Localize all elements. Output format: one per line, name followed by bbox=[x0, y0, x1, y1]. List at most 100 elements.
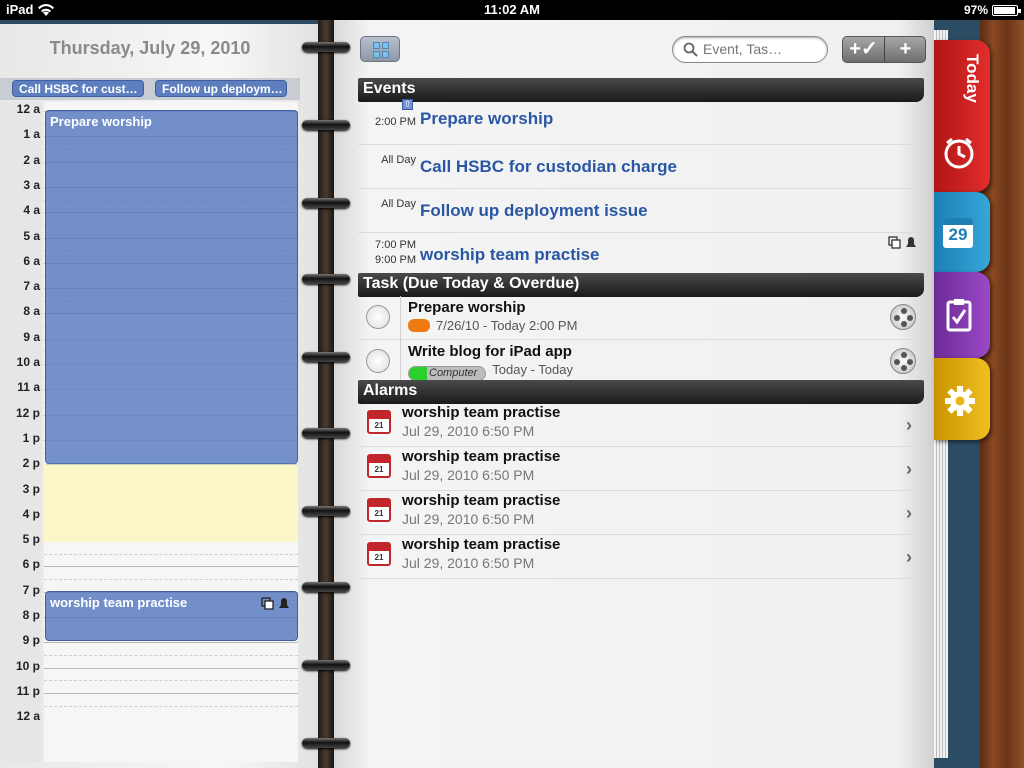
device-name: iPad bbox=[6, 2, 34, 17]
alarm-time: Jul 29, 2010 6:50 PM bbox=[402, 423, 535, 439]
chevron-right-icon[interactable]: › bbox=[906, 547, 912, 568]
event-time: All Day bbox=[381, 198, 416, 210]
binder-ring bbox=[302, 426, 350, 440]
binder-spine bbox=[318, 20, 334, 768]
add-event-button[interactable]: + bbox=[885, 37, 926, 62]
hour-label: 8 p bbox=[22, 608, 40, 622]
binder-ring bbox=[302, 40, 350, 54]
tasks-heading: Task (Due Today & Overdue) bbox=[358, 273, 924, 297]
tab-calendar[interactable]: 29 bbox=[934, 192, 990, 272]
event-title: Prepare worship bbox=[420, 109, 554, 128]
working-hours-highlight bbox=[44, 464, 298, 542]
hour-label: 1 a bbox=[23, 127, 40, 142]
binder-ring bbox=[302, 580, 350, 594]
calendar-icon: 21 bbox=[367, 410, 391, 434]
event-row[interactable]: 2:00 PM ⇧ Prepare worship bbox=[358, 99, 924, 145]
task-row[interactable]: Prepare worship 7/26/10 - Today 2:00 PM bbox=[358, 296, 924, 340]
alarm-title: worship team practise bbox=[402, 492, 561, 509]
context-tag: Computer bbox=[408, 366, 487, 381]
binder-ring bbox=[302, 350, 350, 364]
hour-label: 10 a bbox=[16, 355, 40, 369]
tab-tasks[interactable] bbox=[934, 272, 990, 358]
gear-icon bbox=[945, 386, 975, 416]
day-title: Thursday, July 29, 2010 bbox=[49, 38, 251, 58]
task-title: Prepare worship bbox=[408, 299, 526, 316]
battery-percent: 97% bbox=[963, 3, 988, 17]
repeat-alarm-icon bbox=[261, 597, 289, 610]
alarms-heading: Alarms bbox=[358, 380, 924, 404]
hour-label: 6 a bbox=[23, 253, 40, 268]
task-actions-icon[interactable] bbox=[890, 348, 916, 374]
search-field[interactable] bbox=[672, 36, 828, 63]
hour-label: 2 a bbox=[23, 152, 40, 167]
hour-label: 3 p bbox=[22, 481, 40, 496]
hour-label: 5 p bbox=[22, 532, 40, 547]
hour-label: 7 a bbox=[23, 279, 40, 294]
chevron-right-icon[interactable]: › bbox=[906, 415, 912, 436]
event-title: Call HSBC for custodian charge bbox=[420, 157, 677, 176]
binder-ring bbox=[302, 272, 350, 286]
task-actions-icon[interactable] bbox=[890, 304, 916, 330]
calendar-icon: 21 bbox=[367, 542, 391, 566]
event-row[interactable]: All Day Call HSBC for custodian charge bbox=[358, 145, 924, 189]
search-input[interactable] bbox=[703, 41, 821, 57]
hour-label: 12 a bbox=[16, 709, 40, 724]
clipboard-icon bbox=[946, 299, 972, 332]
binder-ring bbox=[302, 118, 350, 132]
binder-ring bbox=[302, 504, 350, 518]
alarm-time: Jul 29, 2010 6:50 PM bbox=[402, 511, 535, 527]
hour-gutter: 12 a 1 a 2 a 3 a 4 a 5 a 6 a 7 a 8 a 9 a 10 a 11 a 1… bbox=[0, 102, 42, 762]
hour-label: 10 p bbox=[15, 658, 40, 673]
chevron-right-icon[interactable]: › bbox=[906, 459, 912, 480]
task-dates: Today - Today bbox=[492, 362, 573, 377]
calendar-icon: 29 bbox=[943, 218, 973, 248]
event-block-prepare-worship[interactable]: Prepare worship bbox=[45, 110, 298, 465]
hour-label: 11 a bbox=[17, 380, 40, 395]
hour-label: 12 p bbox=[15, 405, 40, 420]
add-task-button[interactable]: +✓ bbox=[843, 37, 884, 62]
alarm-row[interactable]: 21 worship team practise Jul 29, 2010 6:50… bbox=[358, 447, 924, 491]
hour-label: 4 a bbox=[23, 203, 40, 218]
event-block-worship-team-practise[interactable]: worship team practise bbox=[45, 591, 298, 641]
all-day-event-chip[interactable]: Follow up deploym… bbox=[155, 80, 287, 97]
event-block-title: worship team practise bbox=[50, 595, 188, 610]
event-row[interactable]: 7:00 PM 9:00 PM worship team practise bbox=[358, 233, 924, 277]
today-page: +✓ + Events 2:00 PM ⇧ Prepare worship All D… bbox=[334, 20, 934, 768]
battery-icon bbox=[992, 5, 1021, 16]
event-time: All Day bbox=[381, 154, 416, 166]
alarm-row[interactable]: 21 worship team practise Jul 29, 2010 6:50… bbox=[358, 535, 924, 579]
event-title: worship team practise bbox=[420, 245, 600, 264]
alarm-row[interactable]: 21 worship team practise Jul 29, 2010 6:50… bbox=[358, 491, 924, 535]
view-toggle-button[interactable] bbox=[360, 36, 400, 62]
all-day-event-chip[interactable]: Call HSBC for cust… bbox=[12, 80, 144, 97]
hour-label: 8 a bbox=[23, 304, 40, 319]
hour-label: 5 a bbox=[23, 228, 40, 243]
binder-ring bbox=[302, 196, 350, 210]
task-checkbox[interactable] bbox=[366, 349, 390, 373]
task-title: Write blog for iPad app bbox=[408, 343, 572, 360]
hour-label: 2 p bbox=[22, 456, 40, 471]
task-checkbox[interactable] bbox=[366, 305, 390, 329]
hour-label: 3 a bbox=[23, 177, 40, 192]
all-day-bar: Call HSBC for cust… Follow up deploym… bbox=[0, 78, 300, 100]
status-bar: iPad 11:02 AM 97% bbox=[0, 0, 1024, 20]
tab-today[interactable]: Today bbox=[934, 40, 990, 192]
calendar-icon: 21 bbox=[367, 454, 391, 478]
binder-ring bbox=[302, 658, 350, 672]
upload-icon: ⇧ bbox=[402, 99, 413, 110]
calendar-icon: 21 bbox=[367, 498, 391, 522]
event-start-time: 7:00 PM bbox=[375, 239, 416, 251]
status-time: 11:02 AM bbox=[484, 2, 540, 17]
event-end-time: 9:00 PM bbox=[375, 254, 416, 266]
hour-label: 12 a bbox=[16, 102, 40, 116]
alarm-row[interactable]: 21 worship team practise Jul 29, 2010 6:50… bbox=[358, 403, 924, 447]
event-title: Follow up deployment issue bbox=[420, 201, 648, 220]
tab-settings[interactable] bbox=[934, 358, 990, 440]
hour-label: 4 p bbox=[22, 506, 40, 521]
task-row[interactable]: Write blog for iPad app Computer Today - … bbox=[358, 340, 924, 384]
events-heading: Events bbox=[358, 78, 924, 102]
hour-label: 11 p bbox=[16, 683, 40, 698]
event-row[interactable]: All Day Follow up deployment issue bbox=[358, 189, 924, 233]
chevron-right-icon[interactable]: › bbox=[906, 503, 912, 524]
day-view-page: Thursday, July 29, 2010 Call HSBC for cu… bbox=[0, 24, 318, 768]
